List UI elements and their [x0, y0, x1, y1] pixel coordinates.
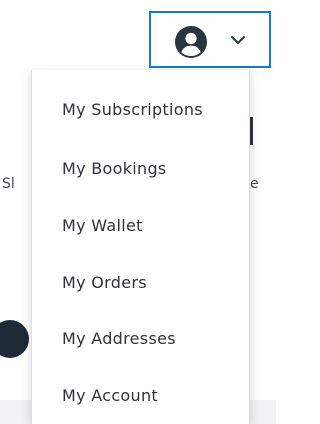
background-divider [250, 117, 253, 145]
menu-item-my-addresses[interactable]: My Addresses [62, 329, 176, 348]
menu-item-my-account[interactable]: My Account [62, 386, 158, 405]
menu-item-my-wallet[interactable]: My Wallet [62, 216, 143, 235]
page: Sl e My Subscriptions My Bookings My Wal… [0, 0, 276, 424]
background-text-left: Sl [2, 176, 15, 192]
background-circle [0, 320, 29, 358]
user-avatar-icon [175, 26, 207, 58]
account-dropdown-menu: My Subscriptions My Bookings My Wallet M… [31, 70, 250, 424]
account-menu-button[interactable] [149, 11, 271, 68]
menu-item-my-subscriptions[interactable]: My Subscriptions [62, 100, 203, 119]
menu-item-my-orders[interactable]: My Orders [62, 273, 147, 292]
background-text-right: e [250, 176, 259, 192]
menu-item-my-bookings[interactable]: My Bookings [62, 159, 167, 178]
chevron-down-icon [231, 36, 245, 44]
